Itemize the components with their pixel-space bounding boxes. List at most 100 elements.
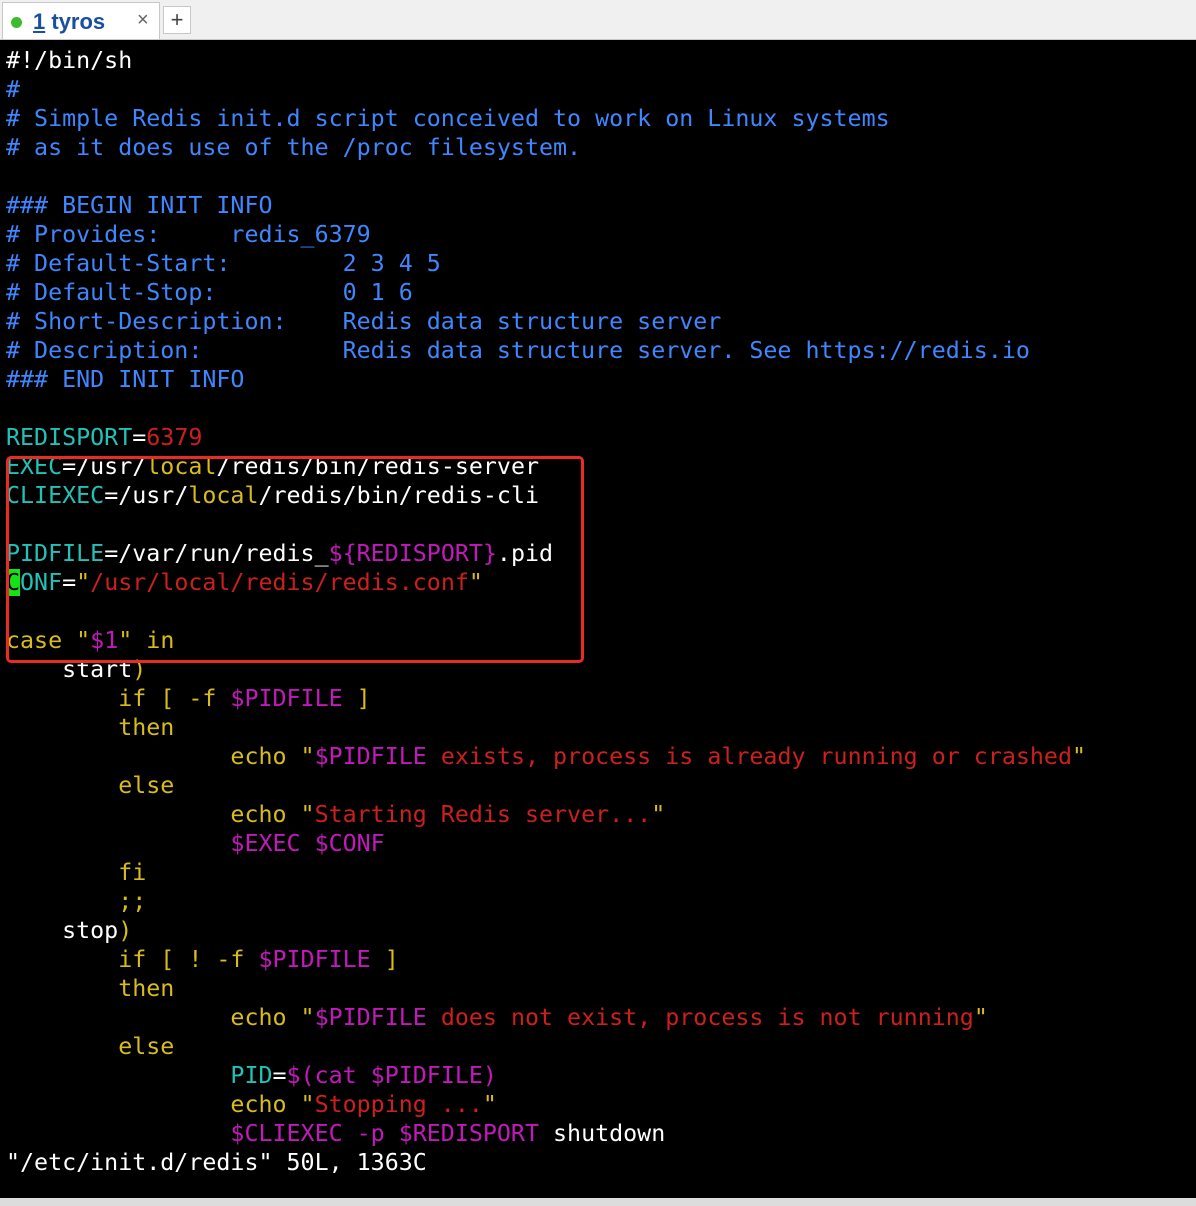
code-token: /usr/local/redis/redis.conf	[90, 569, 469, 596]
code-line: echo " $PIDFILE does not exist, process i…	[6, 1003, 1196, 1032]
code-token: 6379	[146, 424, 203, 451]
code-token: then	[6, 975, 175, 1002]
code-token: else	[6, 1033, 175, 1060]
code-token: "	[973, 1004, 988, 1031]
code-token: $CLIEXEC -p $REDISPORT	[6, 1120, 539, 1147]
code-token: CLIEXEC	[6, 482, 105, 509]
code-token: # Default-Stop: 0 1 6	[6, 279, 413, 306]
code-line: if [ ! -f $PIDFILE ]	[6, 945, 1196, 974]
code-token: ;;	[6, 888, 147, 915]
code-token: "	[118, 627, 133, 654]
code-token: =	[272, 1062, 287, 1089]
code-token: local	[188, 482, 259, 509]
code-line: #	[6, 75, 1196, 104]
code-token: "	[300, 1091, 315, 1118]
code-token: =	[62, 569, 77, 596]
code-line: "/etc/init.d/redis" 50L, 1363C	[6, 1148, 1196, 1177]
code-token: PIDFILE	[6, 540, 105, 567]
code-token: in	[132, 627, 175, 654]
code-token: shutdown	[539, 1120, 666, 1147]
code-line: ### END INIT INFO	[6, 365, 1196, 394]
code-token: then	[6, 714, 175, 741]
code-token: ### BEGIN INIT INFO	[6, 192, 273, 219]
code-token: $PIDFILE	[230, 685, 343, 712]
code-token: fi	[6, 859, 147, 886]
code-token: =/usr/	[104, 482, 189, 509]
tab-label: 1 tyros	[33, 9, 105, 35]
code-token: =/var/run/redis_	[104, 540, 329, 567]
code-line: if [ -f $PIDFILE ]	[6, 684, 1196, 713]
code-token: Stopping ...	[314, 1091, 483, 1118]
code-token: # Default-Start: 2 3 4 5	[6, 250, 441, 277]
code-line: # Description: Redis data structure serv…	[6, 336, 1196, 365]
code-token: echo	[6, 743, 301, 770]
code-line: else	[6, 771, 1196, 800]
new-tab-button[interactable]: +	[163, 6, 191, 34]
code-token: if [ ! -f	[6, 946, 259, 973]
code-line: case "$1" in	[6, 626, 1196, 655]
session-tab[interactable]: 1 tyros ×	[2, 2, 160, 39]
code-token: "	[76, 569, 91, 596]
code-token: # Simple Redis init.d script conceived t…	[6, 105, 890, 132]
code-token: "	[468, 569, 483, 596]
code-line: ### BEGIN INIT INFO	[6, 191, 1196, 220]
code-token: REDISPORT	[6, 424, 133, 451]
code-token: =/usr/	[62, 453, 147, 480]
code-line: # Default-Stop: 0 1 6	[6, 278, 1196, 307]
code-line: stop)	[6, 916, 1196, 945]
code-token: echo	[6, 1004, 301, 1031]
code-line: PIDFILE=/var/run/redis_${REDISPORT}.pid	[6, 539, 1196, 568]
code-token: start	[6, 656, 133, 683]
tab-index: 1	[33, 9, 46, 34]
tab-name: tyros	[51, 9, 106, 34]
code-token: ]	[342, 685, 371, 712]
code-line: # Default-Start: 2 3 4 5	[6, 249, 1196, 278]
code-line: fi	[6, 858, 1196, 887]
code-token: does not exist, process is not running	[426, 1004, 974, 1031]
code-token: $EXEC $CONF	[6, 830, 385, 857]
code-token: "	[76, 627, 91, 654]
code-line: CLIEXEC=/usr/local/redis/bin/redis-cli	[6, 481, 1196, 510]
code-token: $PIDFILE	[314, 1004, 427, 1031]
code-token: =	[132, 424, 147, 451]
code-token: else	[6, 772, 175, 799]
code-token: if [ -f	[6, 685, 231, 712]
code-line: echo "$PIDFILE exists, process is alread…	[6, 742, 1196, 771]
text-cursor: C	[6, 569, 21, 596]
code-token: echo	[6, 801, 301, 828]
code-token: # Provides: redis_6379	[6, 221, 371, 248]
code-token: .pid	[496, 540, 554, 567]
code-token: stop	[6, 917, 119, 944]
code-token: "	[1072, 743, 1087, 770]
code-line: #!/bin/sh	[6, 46, 1196, 75]
code-token: # Short-Description: Redis data structur…	[6, 308, 722, 335]
tab-bar: 1 tyros × +	[0, 0, 1196, 40]
code-token: "/etc/init.d/redis" 50L, 1363C	[6, 1149, 427, 1176]
code-token: $(cat $PIDFILE)	[286, 1062, 497, 1089]
code-line: REDISPORT=6379	[6, 423, 1196, 452]
code-line: ;;	[6, 887, 1196, 916]
connected-status-icon	[11, 17, 22, 28]
code-token: "	[300, 743, 315, 770]
code-line: # Provides: redis_6379	[6, 220, 1196, 249]
code-token: /redis/bin/redis-server	[216, 453, 540, 480]
code-token: EXEC	[6, 453, 63, 480]
code-line: EXEC=/usr/local/redis/bin/redis-server	[6, 452, 1196, 481]
code-token: ${REDISPORT}	[328, 540, 497, 567]
code-token: #!/bin/sh	[6, 47, 133, 74]
code-line: start)	[6, 655, 1196, 684]
code-token: "	[651, 801, 666, 828]
code-token: "	[300, 801, 315, 828]
code-line: # as it does use of the /proc filesystem…	[6, 133, 1196, 162]
terminal-editor[interactable]: #!/bin/sh # # Simple Redis init.d script c…	[6, 46, 1196, 1196]
code-token: PID	[6, 1062, 273, 1089]
close-tab-icon[interactable]: ×	[137, 9, 149, 32]
code-token: Starting Redis server...	[314, 801, 652, 828]
code-line: # Simple Redis init.d script conceived t…	[6, 104, 1196, 133]
code-line: $EXEC $CONF	[6, 829, 1196, 858]
code-token: ### END INIT INFO	[6, 366, 245, 393]
